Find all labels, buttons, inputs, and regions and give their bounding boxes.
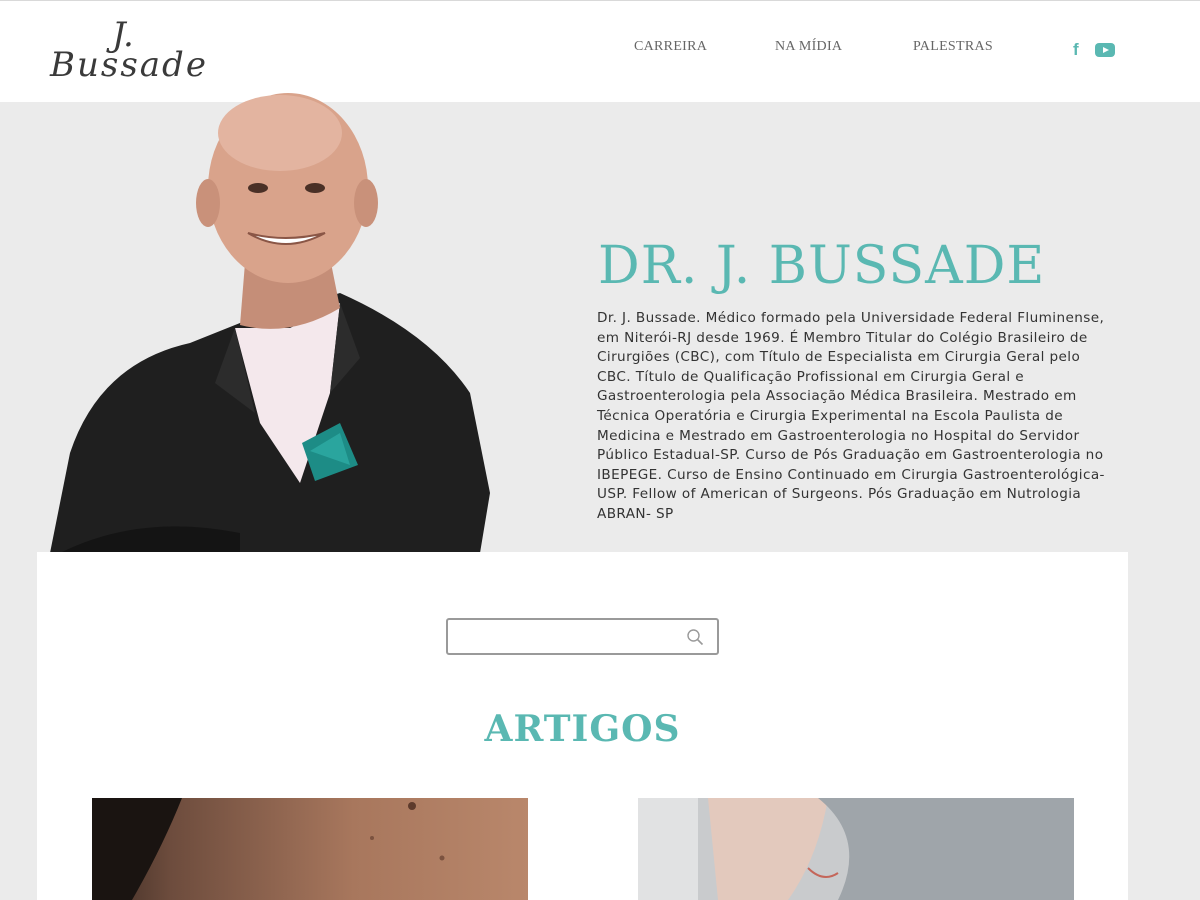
article-card-image[interactable] bbox=[92, 798, 528, 900]
youtube-icon[interactable] bbox=[1095, 43, 1115, 57]
search-box bbox=[446, 618, 719, 655]
hero-title: DR. J. BUSSADE bbox=[598, 236, 1046, 296]
articles-title: ARTIGOS bbox=[484, 708, 681, 750]
content-panel: ARTIGOS bbox=[37, 552, 1128, 900]
site-header: J. Bussade CARREIRA NA MÍDIA PALESTRAS f bbox=[0, 0, 1200, 102]
search-input[interactable] bbox=[454, 626, 674, 648]
search-icon[interactable] bbox=[686, 628, 704, 646]
hero-bio: Dr. J. Bussade. Médico formado pela Univ… bbox=[597, 310, 1105, 522]
facebook-icon[interactable]: f bbox=[1073, 41, 1085, 59]
nav-item-palestras[interactable]: PALESTRAS bbox=[913, 39, 993, 55]
doctor-portrait bbox=[50, 93, 490, 553]
article-card-image[interactable] bbox=[638, 798, 1074, 900]
nav-item-na-midia[interactable]: NA MÍDIA bbox=[775, 39, 842, 55]
main-nav: CARREIRA NA MÍDIA PALESTRAS bbox=[0, 39, 1200, 59]
nav-item-carreira[interactable]: CARREIRA bbox=[634, 39, 707, 55]
